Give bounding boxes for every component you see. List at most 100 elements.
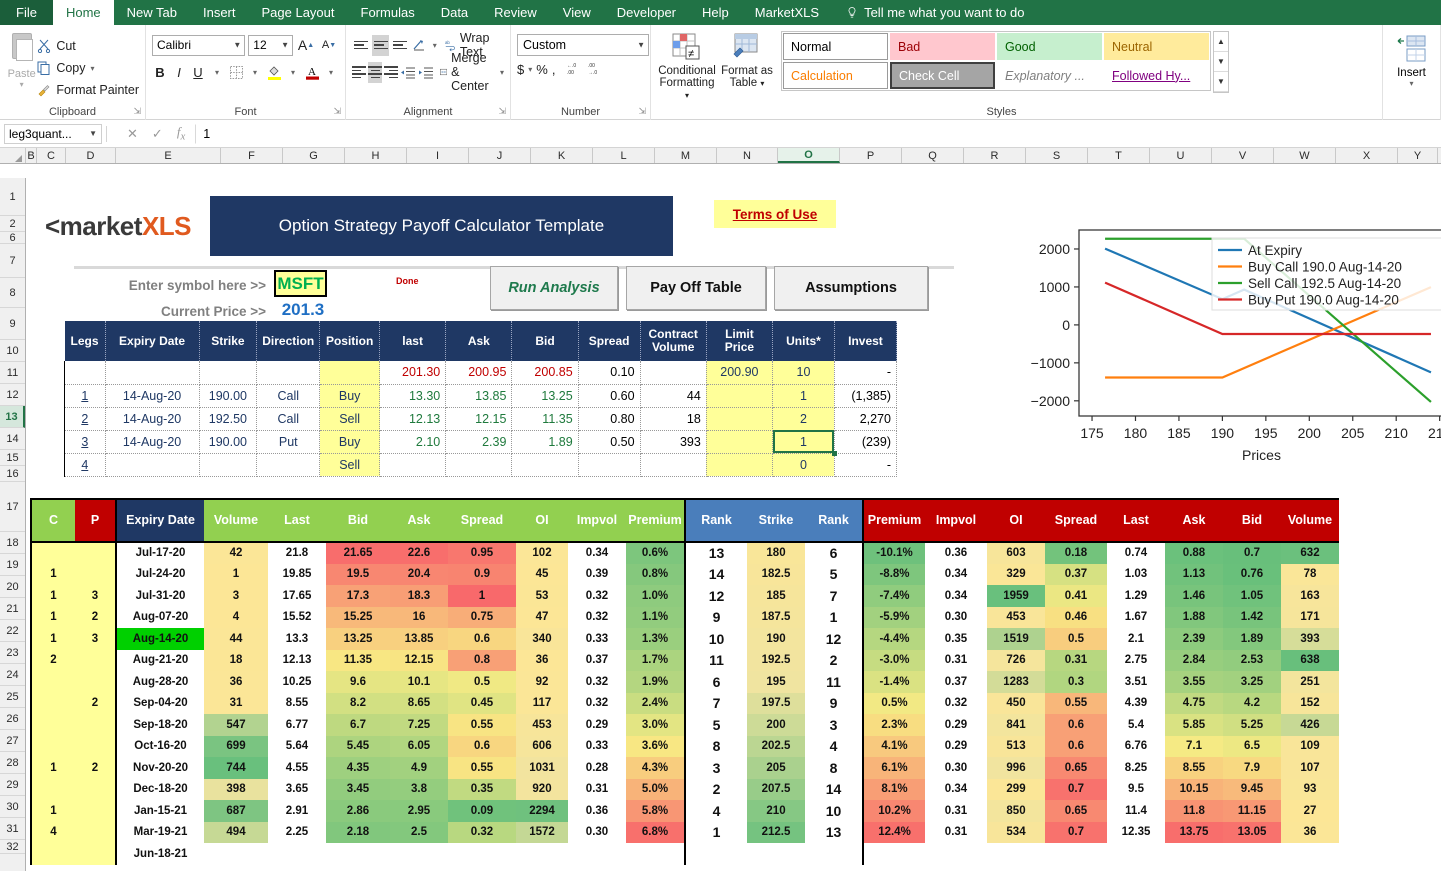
percent-format-button[interactable]: % — [536, 62, 548, 77]
tab-page-layout[interactable]: Page Layout — [249, 0, 348, 25]
tab-review[interactable]: Review — [481, 0, 550, 25]
legs-cell-strike[interactable]: 190.00 — [199, 384, 257, 407]
chevron-down-icon[interactable]: ▾ — [1389, 79, 1434, 88]
legs-cell-units[interactable]: 10 — [773, 361, 835, 384]
style-bad[interactable]: Bad — [890, 33, 995, 60]
col-V[interactable]: V — [1212, 148, 1274, 163]
select-all-corner[interactable] — [0, 148, 26, 163]
merge-center-button[interactable]: Merge & Center ▾ — [436, 51, 504, 93]
chevron-down-icon[interactable]: ▾ — [500, 68, 504, 77]
decrease-font-size-button[interactable]: A▼ — [319, 35, 339, 56]
och-expiry[interactable]: Aug-14-20 — [116, 628, 204, 650]
row-header-27[interactable]: 27 — [0, 730, 25, 752]
align-top-button[interactable] — [352, 35, 370, 56]
col-Q[interactable]: Q — [902, 148, 964, 163]
conditional-formatting-button[interactable]: ≠ Conditional Formatting ▾ — [657, 31, 717, 102]
col-J[interactable]: J — [469, 148, 531, 163]
och-expiry[interactable]: Mar-19-21 — [116, 822, 204, 844]
legs-cell-direction[interactable]: Call — [257, 384, 320, 407]
legs-cell-position[interactable]: Buy — [320, 384, 380, 407]
och-expiry[interactable]: Dec-18-20 — [116, 779, 204, 801]
legs-cell-expiry[interactable]: 14-Aug-20 — [105, 384, 199, 407]
col-T[interactable]: T — [1088, 148, 1150, 163]
col-S[interactable]: S — [1026, 148, 1088, 163]
och-expiry[interactable]: Jan-15-21 — [116, 800, 204, 822]
legs-cell-expiry[interactable] — [105, 361, 199, 384]
row-header-16[interactable]: 16 — [0, 466, 25, 482]
row-header-14[interactable]: 14 — [0, 428, 25, 450]
legs-cell-units[interactable]: 0 — [773, 453, 835, 476]
number-dialog-launcher[interactable]: ⇲ — [638, 106, 646, 117]
align-center-button[interactable] — [368, 62, 382, 83]
legs-cell-direction[interactable]: Call — [257, 407, 320, 430]
row-header-19[interactable]: 19 — [0, 554, 25, 576]
tab-developer[interactable]: Developer — [604, 0, 689, 25]
borders-button[interactable] — [228, 62, 244, 83]
legs-cell-limit[interactable]: 200.90 — [706, 361, 772, 384]
legs-cell-position[interactable]: Sell — [320, 407, 380, 430]
col-E[interactable]: E — [116, 148, 221, 163]
col-F[interactable]: F — [221, 148, 283, 163]
number-format-select[interactable]: Custom ▼ — [517, 34, 649, 56]
assumptions-button[interactable]: Assumptions — [774, 266, 928, 310]
decrease-decimal-button[interactable]: .00→.0 — [588, 61, 605, 78]
col-G[interactable]: G — [283, 148, 345, 163]
underline-button[interactable]: U — [190, 62, 206, 83]
legs-cell-position[interactable]: Sell — [320, 453, 380, 476]
row-header-29[interactable]: 29 — [0, 774, 25, 796]
formula-input[interactable]: 1 — [195, 124, 1437, 144]
och-expiry[interactable]: Jul-31-20 — [116, 585, 204, 607]
row-header-1[interactable]: 1 — [0, 178, 25, 216]
increase-indent-button[interactable] — [418, 62, 434, 83]
bold-button[interactable]: B — [152, 62, 168, 83]
fill-color-button[interactable] — [266, 62, 282, 83]
chevron-down-icon[interactable]: ▾ — [528, 65, 532, 74]
borders-dropdown-icon[interactable]: ▾ — [247, 62, 263, 83]
row-header-6[interactable]: 6 — [0, 232, 25, 244]
row-header-30[interactable]: 30 — [0, 796, 25, 818]
legs-cell-strike[interactable] — [199, 453, 257, 476]
scroll-up-icon[interactable]: ▲ — [1214, 32, 1228, 52]
legs-cell-limit[interactable] — [706, 430, 772, 453]
legs-cell-legs[interactable] — [65, 361, 106, 384]
row-header-7[interactable]: 7 — [0, 244, 25, 278]
cut-button[interactable]: Cut — [37, 35, 139, 57]
och-expiry[interactable]: Sep-18-20 — [116, 714, 204, 736]
row-header-32[interactable]: 32 — [0, 840, 25, 854]
col-D[interactable]: D — [66, 148, 116, 163]
legs-cell-direction[interactable]: Put — [257, 430, 320, 453]
pay-off-table-button[interactable]: Pay Off Table — [626, 266, 766, 310]
legs-cell-direction[interactable] — [257, 361, 320, 384]
align-right-button[interactable] — [384, 62, 398, 83]
col-P[interactable]: P — [840, 148, 902, 163]
insert-label[interactable]: Insert — [1389, 67, 1434, 79]
run-analysis-button[interactable]: Run Analysis — [490, 266, 618, 310]
legs-cell-strike[interactable]: 192.50 — [199, 407, 257, 430]
col-X[interactable]: X — [1336, 148, 1398, 163]
tab-home[interactable]: Home — [53, 0, 114, 25]
style-normal[interactable]: Normal — [783, 33, 888, 60]
row-header-25[interactable]: 25 — [0, 686, 25, 708]
fill-color-dropdown-icon[interactable]: ▾ — [285, 62, 301, 83]
col-R[interactable]: R — [964, 148, 1026, 163]
style-neutral[interactable]: Neutral — [1104, 33, 1209, 60]
align-bottom-button[interactable] — [391, 35, 409, 56]
row-header-22[interactable]: 22 — [0, 620, 25, 642]
chevron-down-icon[interactable]: ▾ — [760, 79, 764, 88]
currency-format-button[interactable]: $ — [517, 62, 524, 77]
legs-cell-expiry[interactable]: 14-Aug-20 — [105, 407, 199, 430]
col-M[interactable]: M — [655, 148, 717, 163]
legs-cell-limit[interactable] — [706, 384, 772, 407]
row-header-24[interactable]: 24 — [0, 664, 25, 686]
legs-cell-expiry[interactable] — [105, 453, 199, 476]
tab-file[interactable]: File — [0, 0, 53, 25]
alignment-dialog-launcher[interactable]: ⇲ — [498, 106, 506, 117]
legs-cell-units[interactable]: 1 — [773, 430, 835, 453]
col-O[interactable]: O — [778, 148, 840, 163]
font-family-select[interactable]: Calibri ▼ — [152, 35, 245, 56]
row-header-2[interactable]: 2 — [0, 216, 25, 232]
row-header-10[interactable]: 10 — [0, 340, 25, 362]
legs-cell-limit[interactable] — [706, 407, 772, 430]
col-L[interactable]: L — [593, 148, 655, 163]
style-check-cell[interactable]: Check Cell — [890, 62, 995, 89]
